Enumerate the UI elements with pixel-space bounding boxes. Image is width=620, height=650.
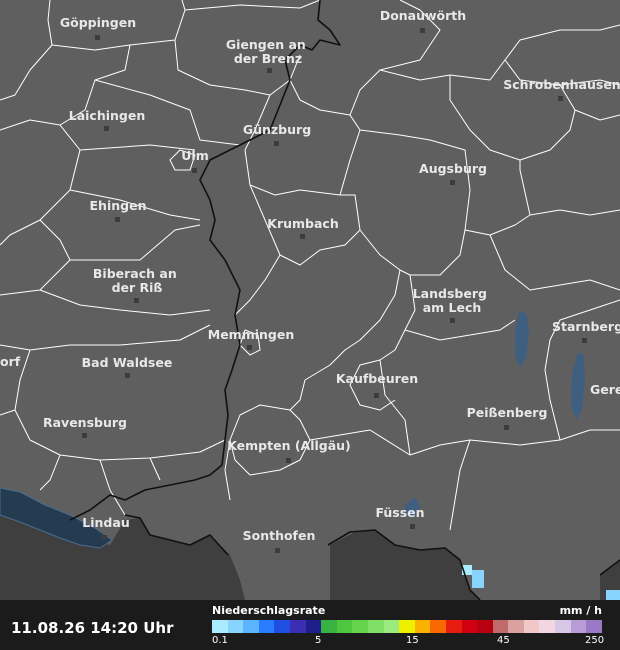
city-label-bad-waldsee: Bad Waldsee — [82, 355, 173, 370]
city-label-starnberg: Starnberg — [552, 319, 620, 334]
precip-cell-3 — [606, 590, 620, 600]
legend-swatch-5 — [289, 620, 306, 633]
city-label-ehingen: Ehingen — [90, 198, 147, 213]
legend-swatch-16 — [461, 620, 478, 633]
city-label-memmingen: Memmingen — [208, 327, 294, 342]
legend-unit: mm / h — [559, 604, 602, 617]
precip-cell-2 — [472, 570, 484, 588]
legend-swatch-14 — [430, 620, 446, 633]
legend-swatch-4 — [274, 620, 290, 633]
legend-swatch-17 — [477, 620, 493, 633]
legend-swatch-2 — [243, 620, 259, 633]
city-label-laichingen: Laichingen — [69, 108, 146, 123]
legend-swatch-3 — [258, 620, 275, 633]
city-label-goeppingen: Göppingen — [60, 15, 136, 30]
legend-tick-2: 15 — [406, 635, 419, 646]
city-label-fuessen: Füssen — [375, 505, 424, 520]
city-label-ulm: Ulm — [181, 148, 208, 163]
legend-swatch-10 — [367, 620, 384, 633]
city-label-landsberg: Landsberg am Lech — [413, 286, 492, 315]
legend-swatch-22 — [555, 620, 571, 633]
city-label-peissenberg: Peißenberg — [467, 405, 548, 420]
legend-swatch-6 — [305, 620, 322, 633]
legend-swatch-9 — [352, 620, 368, 633]
city-label-augsburg: Augsburg — [419, 161, 487, 176]
city-label-orf: orf — [0, 354, 21, 369]
legend-swatch-13 — [414, 620, 431, 633]
legend-tick-1: 5 — [315, 635, 322, 646]
radar-timestamp: 11.08.26 14:20 Uhr — [11, 619, 174, 637]
legend-tick-4: 250 — [585, 635, 605, 646]
city-label-donauwoerth: Donauwörth — [380, 8, 466, 23]
legend-title: Niederschlagsrate — [212, 604, 326, 617]
legend-tick-0: 0.1 — [212, 635, 228, 646]
city-label-guenzburg: Günzburg — [243, 122, 311, 137]
precipitation-color-scale — [212, 620, 602, 633]
city-label-krumbach: Krumbach — [267, 216, 338, 231]
city-label-schrobenhausen: Schrobenhausen — [503, 77, 620, 92]
legend-swatch-20 — [523, 620, 540, 633]
legend-swatch-7 — [321, 620, 337, 633]
legend-swatch-21 — [539, 620, 556, 633]
legend-swatch-8 — [336, 620, 353, 633]
city-label-kaufbeuren: Kaufbeuren — [336, 371, 418, 386]
city-label-lindau: Lindau — [82, 515, 129, 530]
legend-swatch-15 — [445, 620, 462, 633]
radar-map[interactable]: Göppingen Giengen an der Brenz Donauwört… — [0, 0, 620, 650]
city-label-kempten: Kempten (Allgäu) — [227, 438, 351, 453]
legend-swatch-18 — [492, 620, 509, 633]
legend-swatch-12 — [399, 620, 415, 633]
legend-swatch-1 — [227, 620, 244, 633]
city-label-gere: Gere — [590, 382, 620, 397]
legend-tick-3: 45 — [497, 635, 510, 646]
city-label-giengen: Giengen an der Brenz — [226, 37, 310, 66]
city-label-sonthofen: Sonthofen — [243, 528, 316, 543]
legend-swatch-24 — [586, 620, 602, 633]
legend-swatch-23 — [570, 620, 587, 633]
legend-swatch-0 — [212, 620, 228, 633]
legend-swatch-19 — [508, 620, 524, 633]
city-label-ravensburg: Ravensburg — [43, 415, 127, 430]
legend-swatch-11 — [383, 620, 400, 633]
